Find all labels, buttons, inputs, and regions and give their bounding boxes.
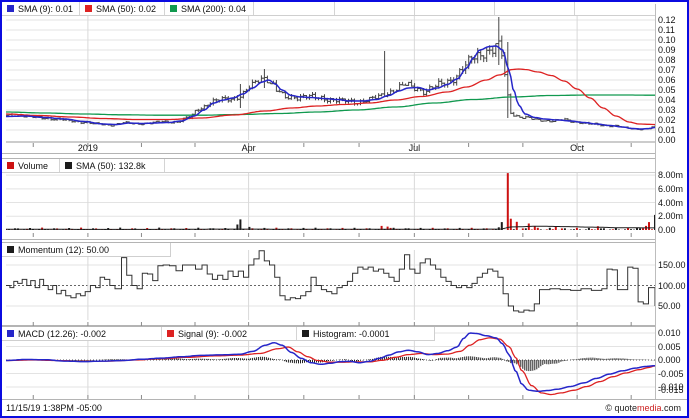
momentum-grid	[6, 250, 655, 326]
volume-sma-line	[6, 226, 655, 229]
legend-sma9-label: SMA (9): 0.01	[18, 4, 73, 14]
legend-momentum: Momentum (12): 50.00	[2, 243, 170, 256]
y-axis-label: 0.005	[658, 342, 681, 352]
signal-swatch	[167, 330, 174, 337]
y-axis-label: 0.00	[658, 225, 676, 235]
volume-swatch	[7, 162, 14, 169]
y-axis-label: 8.00m	[658, 170, 683, 180]
price-candles[interactable]	[6, 17, 655, 130]
legend-volume-sma: SMA (50): 132.8k	[60, 159, 165, 172]
y-axis-label: 50.00	[658, 301, 681, 311]
legend-volume-label: Volume	[18, 161, 48, 171]
quote-timestamp: 11/15/19 1:38PM -05:00	[6, 403, 102, 413]
legend-sma50: SMA (50): 0.02	[80, 2, 165, 15]
sma50-line	[6, 69, 655, 125]
legend-sma50-label: SMA (50): 0.02	[96, 4, 156, 14]
y-axis-label: 2.00m	[658, 211, 683, 221]
legend-signal: Signal (9): -0.002	[162, 327, 297, 340]
y-axis-label: 6.00m	[658, 184, 683, 194]
y-axis-label: 0.07	[658, 65, 676, 75]
y-axis-label: 0.09	[658, 45, 676, 55]
volume-legend: Volume SMA (50): 132.8k	[2, 159, 655, 173]
volume-grid	[6, 171, 655, 237]
axis-gutter-divider	[655, 4, 656, 401]
x-axis-label: Apr	[229, 143, 269, 153]
x-axis-label: Jul	[394, 143, 434, 153]
macd-legend: MACD (12.26): -0.002 Signal (9): -0.002 …	[2, 327, 435, 341]
legend-sma200-label: SMA (200): 0.04	[181, 4, 246, 14]
x-axis-label: Oct	[557, 143, 597, 153]
y-axis-label: 0.02	[658, 115, 676, 125]
status-bar: 11/15/19 1:38PM -05:00 © quotemedia.com	[2, 399, 687, 417]
y-axis-label: 0.010	[658, 328, 681, 338]
price-grid	[6, 15, 655, 147]
volume-sma-swatch	[65, 162, 72, 169]
legend-sma9: SMA (9): 0.01	[2, 2, 80, 15]
y-axis-label: 4.00m	[658, 198, 683, 208]
sma200-swatch	[170, 5, 177, 12]
volume-bars[interactable]	[6, 173, 655, 230]
legend-histogram-label: Histogram: -0.0001	[313, 329, 390, 339]
sma9-line	[6, 46, 655, 129]
y-axis-label: 100.00	[658, 281, 686, 291]
macd-swatch	[7, 330, 14, 337]
legend-histogram: Histogram: -0.0001	[297, 327, 434, 340]
momentum-legend: Momentum (12): 50.00	[2, 243, 171, 257]
y-axis-label: 0.03	[658, 105, 676, 115]
legend-signal-label: Signal (9): -0.002	[178, 329, 247, 339]
price-legend: SMA (9): 0.01 SMA (50): 0.02 SMA (200): …	[2, 2, 655, 16]
y-axis-label: 0.12	[658, 15, 676, 25]
legend-volume-sma-label: SMA (50): 132.8k	[76, 161, 146, 171]
legend-sma200: SMA (200): 0.04	[165, 2, 254, 15]
y-axis-label: 0.000	[658, 355, 681, 365]
histogram-swatch	[302, 330, 309, 337]
y-axis-label: -0.005	[658, 369, 684, 379]
legend-volume: Volume	[2, 159, 60, 172]
y-axis-label: -0.015	[658, 385, 684, 395]
y-axis-label: 150.00	[658, 260, 686, 270]
y-axis-label: 0.01	[658, 125, 676, 135]
momentum-line[interactable]	[6, 251, 655, 312]
y-axis-label: 0.04	[658, 95, 676, 105]
legend-macd: MACD (12.26): -0.002	[2, 327, 162, 340]
y-axis-label: 0.11	[658, 25, 675, 35]
legend-macd-label: MACD (12.26): -0.002	[18, 329, 106, 339]
x-axis-label: 2019	[68, 143, 108, 153]
stock-chart-widget: SMA (9): 0.01 SMA (50): 0.02 SMA (200): …	[0, 0, 689, 418]
sma50-swatch	[85, 5, 92, 12]
y-axis-label: 0.10	[658, 35, 676, 45]
momentum-swatch	[7, 246, 14, 253]
y-axis-label: 0.00	[658, 135, 676, 145]
y-axis-label: 0.05	[658, 85, 676, 95]
y-axis-label: 0.06	[658, 75, 676, 85]
legend-momentum-label: Momentum (12): 50.00	[18, 245, 109, 255]
sma9-swatch	[7, 5, 14, 12]
y-axis-label: 0.08	[658, 55, 676, 65]
quotemedia-credit[interactable]: © quotemedia.com	[605, 403, 681, 413]
